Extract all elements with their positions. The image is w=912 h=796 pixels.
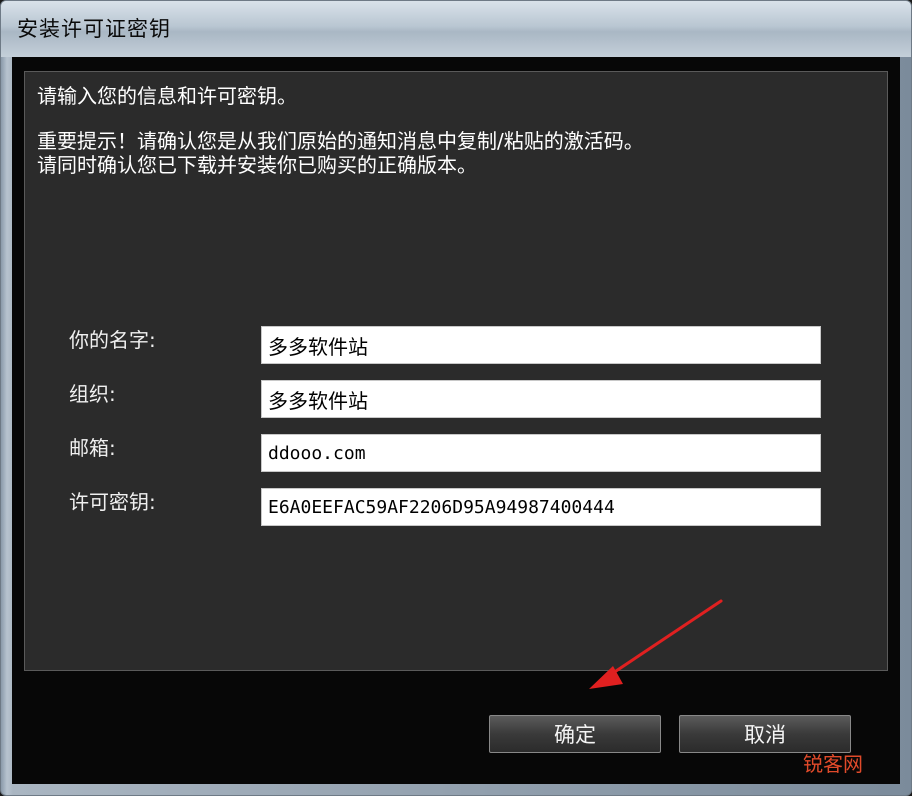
notice-line-2: 请同时确认您已下载并安装你已购买的正确版本。 [37,153,477,177]
window-title: 安装许可证密钥 [17,17,171,41]
organization-input[interactable] [261,380,821,418]
intro-text: 请输入您的信息和许可密钥。 [37,84,297,108]
license-key-dialog: 安装许可证密钥 请输入您的信息和许可密钥。 重要提示！请确认您是从我们原始的通知… [0,0,912,796]
dialog-client-area: 请输入您的信息和许可密钥。 重要提示！请确认您是从我们原始的通知消息中复制/粘贴… [12,57,900,784]
info-panel: 请输入您的信息和许可密钥。 重要提示！请确认您是从我们原始的通知消息中复制/粘贴… [24,71,888,671]
license-key-label: 许可密钥: [69,490,156,514]
notice-line-1: 重要提示！请确认您是从我们原始的通知消息中复制/粘贴的激活码。 [37,129,644,153]
organization-label: 组织: [69,382,116,406]
watermark-logo: 锐客网 [803,752,863,776]
name-input[interactable] [261,326,821,364]
ok-button[interactable]: 确定 [489,715,661,753]
title-bar[interactable]: 安装许可证密钥 [1,1,911,57]
name-label: 你的名字: [69,328,156,352]
license-key-input[interactable] [261,488,821,526]
email-input[interactable] [261,434,821,472]
email-label: 邮箱: [69,436,116,460]
